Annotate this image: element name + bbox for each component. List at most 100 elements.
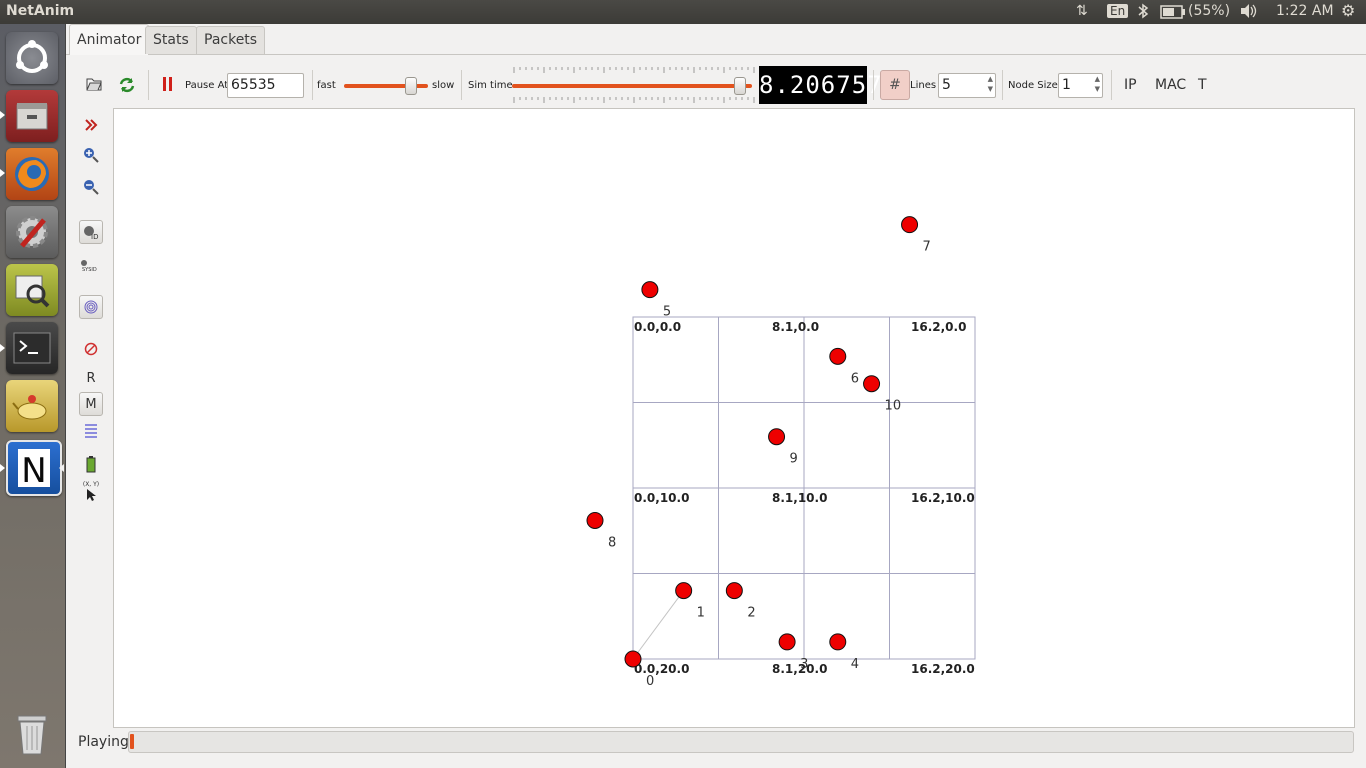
toolbar-separator — [1111, 70, 1112, 100]
playback-progress-fill — [130, 734, 134, 749]
ip-button[interactable]: IP — [1124, 77, 1137, 93]
firefox-icon[interactable] — [6, 148, 58, 200]
node-7[interactable] — [901, 216, 919, 234]
tab-stats[interactable]: Stats — [145, 26, 197, 54]
node-label: 8 — [608, 535, 616, 550]
keyboard-language-indicator[interactable]: En — [1107, 4, 1129, 18]
sim-time-label: Sim time — [468, 80, 513, 91]
show-sysid-button[interactable]: SYSID — [78, 253, 104, 279]
node-label: 0 — [646, 674, 654, 689]
toolbar-separator — [873, 70, 874, 100]
bluetooth-icon[interactable] — [1137, 3, 1149, 23]
reload-icon[interactable] — [118, 76, 136, 97]
grid-coordinate-label: 0.0,10.0 — [634, 491, 689, 505]
sysid-text: SYSID — [82, 267, 97, 273]
animation-canvas[interactable]: 0.0,0.0 8.1,0.0 16.2,0.0 0.0,10.0 8.1,10.0 16… — [113, 108, 1355, 728]
sim-time-slider-thumb[interactable] — [734, 77, 746, 95]
running-indicator — [0, 344, 5, 352]
image-viewer-icon[interactable] — [6, 264, 58, 316]
node-label: 7 — [923, 240, 931, 255]
node-size-label: Node Size — [1008, 80, 1058, 91]
genie-lamp-icon[interactable] — [6, 380, 58, 432]
mobility-button[interactable]: M — [79, 392, 103, 416]
show-node-id-button[interactable]: ID — [79, 220, 103, 244]
node-2[interactable] — [725, 582, 743, 600]
focused-indicator — [59, 464, 64, 472]
node-label: 10 — [885, 399, 902, 414]
lines-spinbox[interactable]: 5 ▲ ▼ — [938, 73, 996, 98]
ubuntu-dash-icon[interactable] — [6, 32, 58, 84]
node-3[interactable] — [778, 633, 796, 651]
open-file-icon[interactable] — [86, 76, 102, 95]
node-5[interactable] — [641, 281, 659, 299]
battery-energy-icon[interactable] — [78, 451, 104, 477]
battery-icon[interactable] — [1160, 5, 1186, 23]
running-indicator — [0, 464, 5, 472]
node-size-combobox[interactable]: 1 ▲ ▼ — [1058, 73, 1103, 98]
speed-slider-thumb[interactable] — [405, 77, 418, 95]
running-indicator — [0, 169, 5, 177]
network-icon[interactable]: ⇅ — [1076, 3, 1088, 19]
grid-coordinate-label: 0.0,20.0 — [634, 662, 689, 676]
netanim-icon[interactable]: N — [6, 440, 62, 496]
toolbar-separator — [461, 70, 462, 100]
no-entry-icon[interactable] — [78, 336, 104, 362]
animator-toolbar: Pause At 65535 fast slow Sim time 8.2067… — [78, 66, 1358, 104]
node-8[interactable] — [586, 511, 604, 529]
grid-coordinate-label: 8.1,10.0 — [772, 491, 827, 505]
spin-down-icon[interactable]: ▼ — [988, 78, 993, 101]
mac-button[interactable]: MAC — [1155, 77, 1186, 93]
fast-forward-icon[interactable] — [78, 112, 104, 138]
terminal-icon[interactable] — [6, 322, 58, 374]
node-label: 1 — [697, 606, 705, 621]
launcher: N — [0, 24, 66, 768]
packet-list-icon[interactable] — [78, 419, 104, 445]
lines-label: Lines — [910, 80, 937, 91]
toolbar-separator — [312, 70, 313, 100]
node-6[interactable] — [829, 347, 847, 365]
files-icon[interactable] — [6, 90, 58, 142]
pause-at-input[interactable]: 65535 — [227, 73, 304, 98]
toolbar-separator — [148, 70, 149, 100]
running-indicator — [0, 111, 5, 119]
node-label: 3 — [800, 657, 808, 672]
trash-icon[interactable] — [6, 708, 58, 760]
grid-coordinate-label: 16.2,20.0 — [911, 662, 975, 676]
toolbar-separator — [1002, 70, 1003, 100]
network-scene[interactable]: 0.0,0.0 8.1,0.0 16.2,0.00.0,10.0 8.1,10.0 16… — [114, 109, 1354, 727]
link-line — [632, 590, 685, 660]
routing-button[interactable]: R — [78, 365, 104, 391]
tab-animator[interactable]: Animator — [69, 24, 150, 55]
grid-coordinate-label: 16.2,0.0 — [911, 320, 966, 334]
pause-icon[interactable] — [162, 76, 174, 95]
t-button[interactable]: T — [1198, 77, 1207, 93]
grid-toggle-icon[interactable]: # — [880, 70, 910, 100]
tab-packets[interactable]: Packets — [196, 26, 266, 54]
node-label: 4 — [851, 657, 859, 672]
zoom-out-icon[interactable] — [78, 174, 104, 200]
app-title: NetAnim — [6, 3, 75, 19]
node-9[interactable] — [768, 428, 786, 446]
speed-fast-label: fast — [317, 80, 336, 91]
left-tool-column: ID SYSID R M (X, Y) — [78, 109, 104, 529]
coordinates-pointer-button[interactable]: (X, Y) — [78, 479, 104, 505]
sim-time-slider-track[interactable] — [512, 84, 752, 88]
node-4[interactable] — [829, 633, 847, 651]
power-gear-icon[interactable]: ⚙ — [1341, 1, 1355, 20]
wireless-circles-button[interactable] — [79, 295, 103, 319]
node-10[interactable] — [863, 375, 881, 393]
spin-down-icon[interactable]: ▼ — [1095, 78, 1100, 101]
node-0[interactable] — [624, 650, 642, 668]
id-text: ID — [91, 233, 98, 240]
zoom-in-icon[interactable] — [78, 142, 104, 168]
netanim-window: Animator Stats Packets Pause At 65535 fa… — [66, 24, 1366, 768]
node-label: 6 — [851, 371, 859, 386]
top-panel: NetAnim ⇅ En (55%) 1:22 AM ⚙ — [0, 0, 1366, 24]
playback-status-label: Playing — [78, 734, 129, 750]
volume-icon[interactable] — [1240, 3, 1258, 23]
system-settings-icon[interactable] — [6, 206, 58, 258]
node-1[interactable] — [675, 582, 693, 600]
grid-coordinate-label: 0.0,0.0 — [634, 320, 681, 334]
clock[interactable]: 1:22 AM — [1276, 3, 1334, 19]
node-label: 9 — [790, 452, 798, 467]
